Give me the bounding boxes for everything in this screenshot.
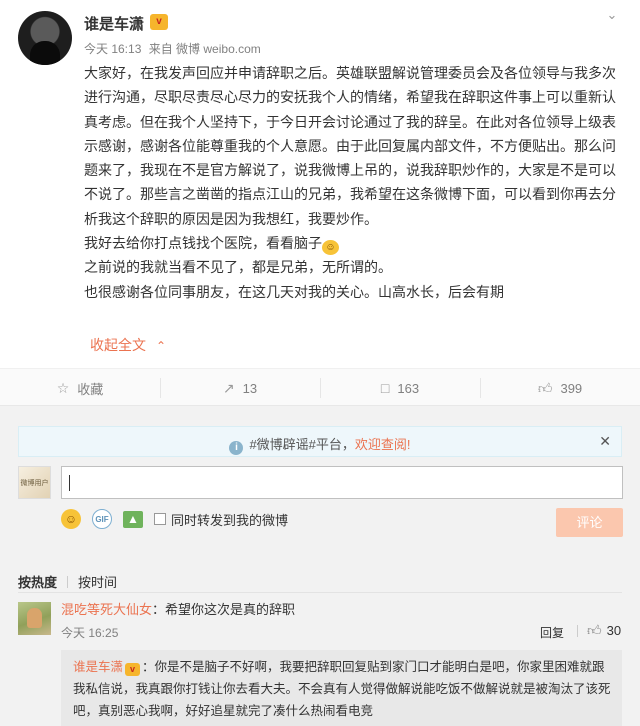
- commenter-avatar[interactable]: [18, 602, 51, 635]
- comment-content: 混吃等死大仙女：希望你这次是真的辞职: [61, 602, 296, 617]
- chevron-up-icon: ⌃: [156, 339, 167, 353]
- comment-like-button[interactable]: 👍︎ 30: [587, 622, 621, 639]
- post-body: 大家好，在我发声回应并申请辞职之后。英雄联盟解说管理委员会及各位领导与我多次进行…: [84, 61, 624, 304]
- chevron-down-icon[interactable]: ⌄: [604, 8, 620, 22]
- like-button[interactable]: 👍︎ 399: [480, 369, 640, 407]
- author-avatar[interactable]: [18, 11, 72, 65]
- my-avatar[interactable]: 微博用户: [18, 466, 51, 499]
- commenter-name[interactable]: 混吃等死大仙女: [61, 602, 152, 617]
- post-meta: 今天 16:13 来自 微博 weibo.com: [84, 40, 265, 57]
- share-icon: ↗: [222, 379, 235, 396]
- post-paragraph: 大家好，在我发声回应并申请辞职之后。英雄联盟解说管理委员会及各位领导与我多次进行…: [84, 65, 616, 227]
- vip-badge-icon: v: [150, 14, 168, 30]
- star-icon: ☆: [56, 379, 70, 396]
- favorite-button[interactable]: ☆ 收藏: [0, 369, 160, 407]
- info-icon: i: [229, 441, 244, 455]
- divider: [18, 592, 622, 593]
- sort-by-hot-tab[interactable]: 按热度: [18, 572, 57, 591]
- post-action-bar: ☆ 收藏 ↗ 13 □ 163 👍︎ 399: [0, 368, 640, 406]
- thumbs-up-icon: 👍︎: [537, 379, 553, 396]
- comment-sort: 按热度 按时间: [18, 572, 117, 591]
- text-caret: [69, 475, 70, 491]
- emoji-icon[interactable]: ☺: [61, 509, 81, 529]
- reply-button[interactable]: 回复: [540, 624, 564, 641]
- vip-badge-icon: v: [125, 663, 141, 676]
- repost-checkbox[interactable]: [154, 513, 166, 525]
- collapse-button[interactable]: 收起全文 ⌃: [90, 335, 166, 355]
- submit-comment-button[interactable]: 评论: [556, 508, 623, 537]
- repost-checkbox-label[interactable]: 同时转发到我的微博: [171, 510, 288, 529]
- comment-section: i #微博辟谣#平台，欢迎查阅! ✕ 微博用户 ☺ GIF ▲ 同时转发到我的微博…: [0, 406, 640, 726]
- post-paragraph: 也很感谢各位同事朋友，在这几天对我的关心。山高水长，后会有期: [84, 283, 504, 300]
- repost-button[interactable]: ↗ 13: [160, 369, 320, 407]
- reply-text: 你是不是脑子不好啊，我要把辞职回复贴到家门口才能明白是吧，你家里困难就跟我私信说…: [73, 660, 611, 718]
- author-name[interactable]: 谁是车潇: [84, 13, 144, 34]
- divider: [577, 625, 578, 637]
- comment-button[interactable]: □ 163: [320, 369, 480, 407]
- comment-input[interactable]: [61, 466, 623, 499]
- comment-icon: □: [380, 380, 390, 396]
- rumor-notice-banner: i #微博辟谣#平台，欢迎查阅! ✕: [18, 426, 622, 457]
- weibo-post: 谁是车潇 v ⌄ 今天 16:13 来自 微博 weibo.com 大家好，在我…: [0, 0, 640, 368]
- composer-tools: ☺ GIF ▲ 同时转发到我的微博: [61, 508, 288, 530]
- thinking-emoji-icon: ☺: [322, 240, 339, 256]
- notice-link[interactable]: 欢迎查阅!: [355, 437, 411, 452]
- post-paragraph: 我好去给你打点钱找个医院，看看脑子 ☺: [84, 231, 624, 256]
- post-time[interactable]: 今天 16:13: [84, 42, 141, 56]
- post-source: 来自 微博 weibo.com: [148, 42, 261, 56]
- comment-text: 希望你这次是真的辞职: [165, 602, 296, 617]
- notice-text[interactable]: #微博辟谣#平台，: [249, 437, 354, 452]
- gif-icon[interactable]: GIF: [92, 509, 112, 529]
- post-paragraph: 之前说的我就当看不见了，都是兄弟，无所谓的。: [84, 259, 392, 276]
- comment-time: 今天 16:25: [61, 626, 119, 640]
- divider: [67, 575, 69, 588]
- thumbs-up-icon: 👍︎: [587, 622, 602, 638]
- image-icon[interactable]: ▲: [123, 510, 143, 528]
- reply-author-name[interactable]: 谁是车潇: [73, 660, 123, 674]
- close-icon[interactable]: ✕: [599, 433, 611, 450]
- author-reply: 谁是车潇 v ：你是不是脑子不好啊，我要把辞职回复贴到家门口才能明白是吧，你家里困难…: [61, 650, 622, 726]
- sort-by-time-tab[interactable]: 按时间: [78, 572, 117, 591]
